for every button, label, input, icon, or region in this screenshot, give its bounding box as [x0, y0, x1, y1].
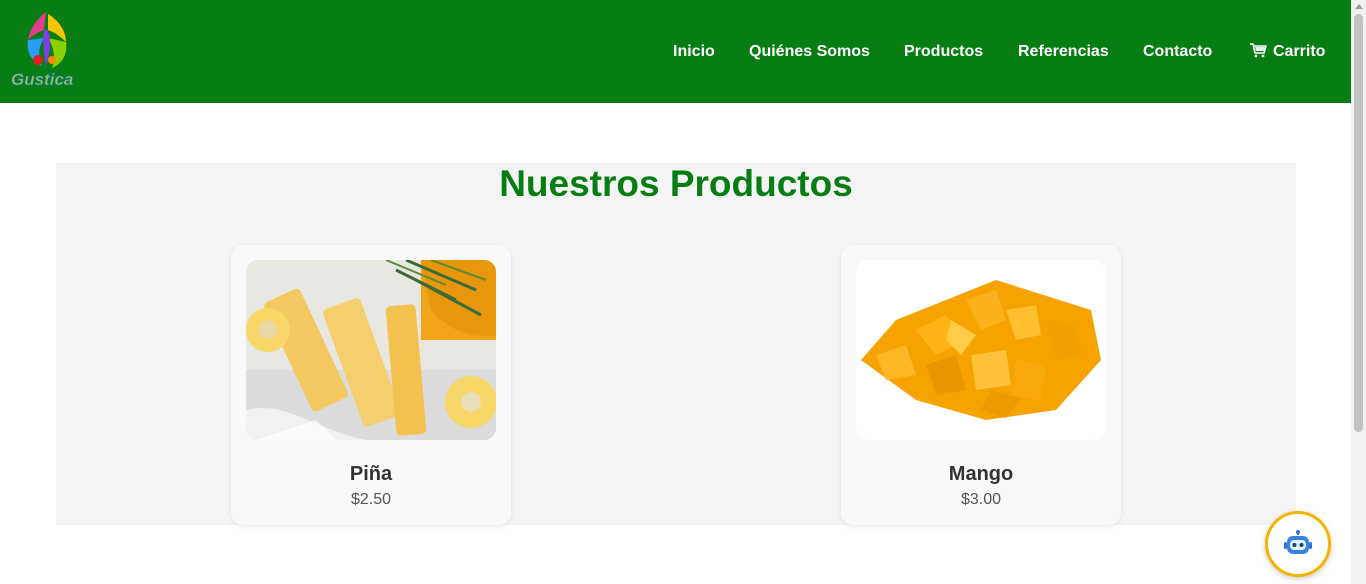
nav-item-inicio[interactable]: Inicio: [673, 41, 715, 63]
product-image-pina: [246, 260, 496, 440]
cart-icon: [1249, 42, 1267, 58]
nav-item-productos[interactable]: Productos: [904, 41, 983, 63]
product-image-mango: [856, 260, 1106, 440]
product-card-pina[interactable]: Piña $2.50: [231, 245, 511, 525]
nav-item-referencias[interactable]: Referencias: [1018, 41, 1109, 63]
nav-item-carrito-label: Carrito: [1273, 43, 1326, 60]
scroll-thumb[interactable]: [1354, 14, 1363, 432]
vertical-scrollbar[interactable]: [1351, 0, 1366, 584]
logo-text: Gustica: [11, 70, 73, 89]
site-header: Gustica Inicio Quiénes Somos Productos R…: [0, 0, 1351, 103]
chatbot-button[interactable]: [1265, 511, 1331, 577]
nav-item-carrito[interactable]: Carrito: [1249, 41, 1325, 63]
main-nav: Inicio Quiénes Somos Productos Referenci…: [0, 41, 1351, 63]
product-price: $2.50: [350, 491, 392, 508]
section-title: Nuestros Productos: [499, 163, 853, 204]
product-card-mango[interactable]: Mango $3.00: [841, 245, 1121, 525]
nav-item-contacto[interactable]: Contacto: [1143, 41, 1212, 63]
scroll-up-arrow-icon[interactable]: [1355, 4, 1363, 9]
page: Gustica Inicio Quiénes Somos Productos R…: [0, 0, 1366, 584]
nav-item-quienes-somos[interactable]: Quiénes Somos: [749, 41, 870, 63]
product-name: Piña: [349, 463, 393, 485]
product-name: Mango: [948, 463, 1014, 485]
product-price: $3.00: [960, 491, 1002, 508]
